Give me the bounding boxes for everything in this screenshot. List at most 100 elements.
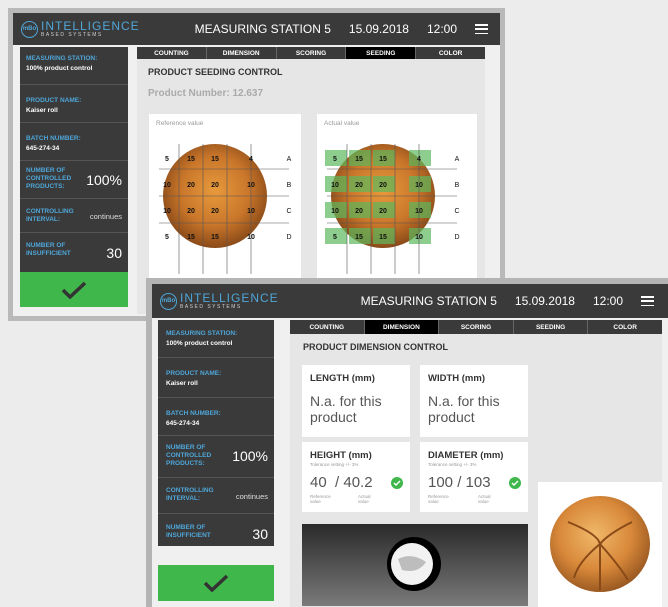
confirm-button[interactable] (158, 565, 274, 601)
seeding-cell-value: 10 (163, 182, 171, 189)
page-title: PRODUCT SEEDING CONTROL (148, 67, 283, 77)
tab-bar: COUNTING DIMENSION SCORING SEEDING COLOR (290, 320, 662, 334)
seeding-cell-value: 10 (247, 182, 255, 189)
seeding-cell-value: 20 (355, 208, 363, 215)
seeding-cell-value: 15 (355, 156, 363, 163)
sidebar-product: PRODUCT NAME: Kaiser roll (20, 85, 128, 123)
seeding-cell-value: 20 (355, 182, 363, 189)
diameter-tolerance: Tolerance setting +/- 3% (428, 462, 477, 467)
ok-icon (509, 477, 521, 489)
time: 12:00 (592, 294, 623, 308)
seeding-cell-value: 20 (211, 182, 219, 189)
sidebar-product: PRODUCT NAME: Kaiser roll (158, 358, 274, 398)
dimension-window: mBo INTELLIGENCE BASED SYSTEMS MEASURING… (146, 278, 668, 607)
confirm-button[interactable] (20, 272, 128, 307)
sidebar-interval: CONTROLLING INTERVAL: continues (158, 478, 274, 514)
sidebar: MEASURING STATION: 100% product control … (20, 47, 128, 272)
diameter-act-label: Actual value (478, 494, 491, 504)
row-label: C (454, 208, 459, 215)
station-title: MEASURING STATION 5 (360, 294, 497, 308)
seeding-cell-value: 5 (165, 234, 169, 241)
length-title: LENGTH (mm) (310, 373, 375, 384)
logo-tagline: BASED SYSTEMS (180, 304, 242, 310)
sidebar: MEASURING STATION: 100% product control … (158, 320, 274, 546)
camera-image (302, 524, 528, 606)
tab-color[interactable]: COLOR (588, 320, 662, 334)
sidebar-insufficient: NUMBER OF INSUFFICIENT 30 (26, 242, 122, 261)
logo-mark: mBo (21, 20, 38, 38)
seeding-cell-value: 5 (165, 156, 169, 163)
seeding-cell-value: 15 (187, 234, 195, 241)
check-icon (61, 281, 87, 299)
tab-seeding[interactable]: SEEDING (346, 47, 417, 59)
product-number: Product Number: 12.637 (148, 88, 264, 99)
diameter-card: DIAMETER (mm) Tolerance setting +/- 3% 1… (420, 442, 528, 512)
sidebar-controlled: NUMBER OF CONTROLLED PRODUCTS: 100% (20, 161, 128, 199)
seeding-cell-value: 20 (211, 208, 219, 215)
sidebar-interval: CONTROLLING INTERVAL: continues (20, 199, 128, 233)
seeding-cell-value: 10 (415, 208, 423, 215)
check-icon (203, 574, 229, 592)
tab-color[interactable]: COLOR (416, 47, 485, 59)
top-bar: mBo INTELLIGENCE BASED SYSTEMS MEASURING… (13, 13, 500, 45)
main-content: PRODUCT SEEDING CONTROL Product Number: … (137, 59, 485, 316)
row-label: D (454, 234, 459, 241)
seeding-cell-value: 10 (163, 208, 171, 215)
sidebar-controlled: NUMBER OF CONTROLLED PRODUCTS: 100% (158, 436, 274, 478)
height-values: 40 / 40.2 (310, 474, 373, 491)
width-title: WIDTH (mm) (428, 373, 485, 384)
seeding-cell-value: 10 (415, 182, 423, 189)
diameter-values: 100 / 103 (428, 474, 491, 491)
tab-scoring[interactable]: SCORING (439, 320, 514, 334)
tab-dimension[interactable]: DIMENSION (364, 320, 440, 334)
height-title: HEIGHT (mm) (310, 450, 372, 461)
seeding-cell-value: 4 (417, 156, 421, 163)
sidebar-batch: BATCH NUMBER: 645-274-34 (158, 398, 274, 436)
tab-counting[interactable]: COUNTING (290, 320, 365, 334)
seeding-cell-value: 20 (187, 208, 195, 215)
tab-counting[interactable]: COUNTING (137, 47, 207, 59)
seeding-cell-value: 10 (331, 182, 339, 189)
top-bar: mBo INTELLIGENCE BASED SYSTEMS MEASURING… (152, 284, 668, 318)
sidebar-station: MEASURING STATION: 100% product control (20, 47, 128, 85)
logo-name: INTELLIGENCE (41, 19, 140, 33)
tab-dimension[interactable]: DIMENSION (207, 47, 277, 59)
station-title: MEASURING STATION 5 (194, 22, 331, 36)
tab-seeding[interactable]: SEEDING (514, 320, 589, 334)
seeding-cell-value: 20 (379, 182, 387, 189)
page-title: PRODUCT DIMENSION CONTROL (303, 342, 448, 352)
seeding-cell-value: 15 (211, 156, 219, 163)
date: 15.09.2018 (514, 294, 575, 308)
row-label: B (455, 182, 460, 189)
bun-silhouette (387, 537, 441, 591)
sidebar-station: MEASURING STATION: 100% product control (158, 320, 274, 358)
seeding-cell-value: 20 (187, 182, 195, 189)
row-label: A (455, 156, 460, 163)
seeding-cell-value: 15 (211, 234, 219, 241)
seeding-cell-value: 15 (355, 234, 363, 241)
seeding-cell-value: 10 (247, 208, 255, 215)
height-act-label: Actual value (358, 494, 371, 504)
main-content: PRODUCT DIMENSION CONTROL LENGTH (mm) N.… (290, 334, 662, 607)
length-card: LENGTH (mm) N.a. for this product (302, 365, 410, 437)
product-photo (538, 482, 662, 607)
seeding-cell-value: 15 (187, 156, 195, 163)
row-label: D (286, 234, 291, 241)
seeding-cell-value: 15 (379, 234, 387, 241)
sidebar-insufficient: NUMBER OF INSUFFICIENT 30 (166, 524, 268, 542)
sidebar-batch: BATCH NUMBER: 645-274-34 (20, 123, 128, 161)
tab-bar: COUNTING DIMENSION SCORING SEEDING COLOR (137, 47, 485, 59)
diameter-ref-label: Reference value (428, 494, 449, 504)
logo: mBo INTELLIGENCE BASED SYSTEMS (21, 20, 140, 38)
date: 15.09.2018 (348, 22, 409, 36)
seeding-cell-value: 4 (249, 156, 253, 163)
menu-icon[interactable] (641, 296, 654, 306)
width-text: N.a. for this product (428, 393, 500, 426)
tab-scoring[interactable]: SCORING (277, 47, 347, 59)
menu-icon[interactable] (475, 24, 488, 34)
row-label: A (287, 156, 292, 163)
seeding-cell-value: 10 (331, 208, 339, 215)
seeding-cell-value: 5 (333, 234, 337, 241)
logo: mBo INTELLIGENCE BASED SYSTEMS (160, 292, 279, 310)
kaiser-roll-image (550, 496, 650, 592)
